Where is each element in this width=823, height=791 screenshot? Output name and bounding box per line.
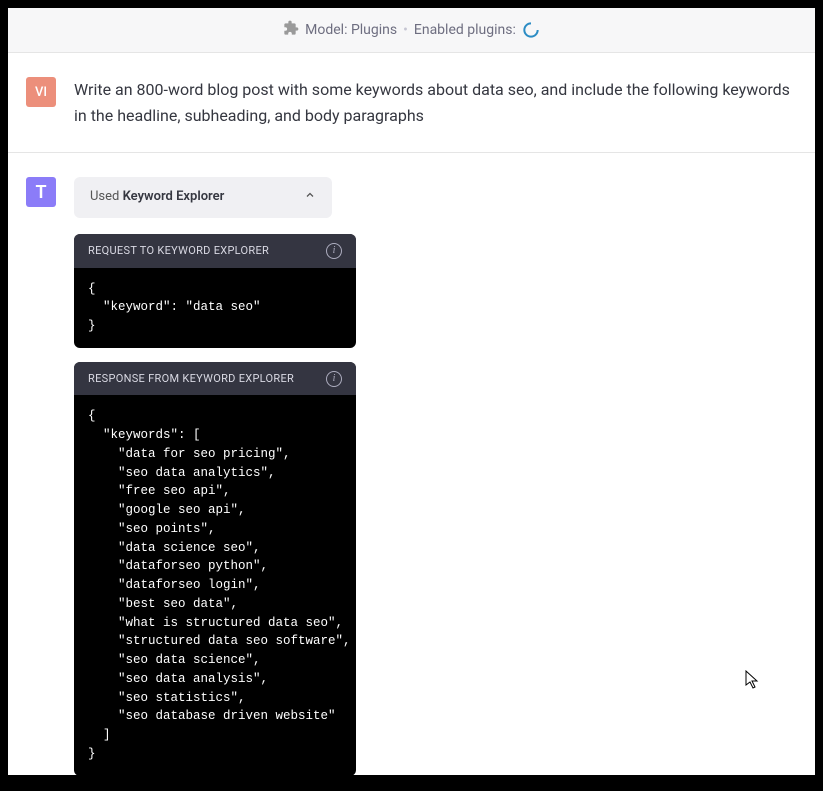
separator-dot: •: [403, 22, 408, 38]
response-code-block: RESPONSE FROM KEYWORD EXPLORER i { "keyw…: [74, 362, 356, 775]
user-message-row: VI Write an 800-word blog post with some…: [8, 53, 815, 153]
assistant-avatar: T: [26, 177, 56, 207]
assistant-message-row: T Used Keyword Explorer REQUEST TO KEYWO…: [8, 153, 815, 775]
tool-toggle-label: Used Keyword Explorer: [90, 187, 224, 208]
info-icon[interactable]: i: [326, 243, 342, 259]
user-avatar: VI: [26, 77, 56, 107]
request-code-block: REQUEST TO KEYWORD EXPLORER i { "keyword…: [74, 234, 356, 348]
enabled-plugins-label: Enabled plugins:: [414, 22, 516, 38]
user-message-text: Write an 800-word blog post with some ke…: [74, 77, 797, 128]
assistant-message-content: Used Keyword Explorer REQUEST TO KEYWORD…: [74, 177, 797, 775]
tool-usage-toggle[interactable]: Used Keyword Explorer: [74, 177, 332, 218]
response-header: RESPONSE FROM KEYWORD EXPLORER i: [74, 362, 356, 396]
request-code: { "keyword": "data seo" }: [74, 268, 356, 348]
puzzle-icon: [283, 20, 299, 40]
response-code: { "keywords": [ "data for seo pricing", …: [74, 395, 356, 775]
assistant-avatar-initials: T: [35, 182, 46, 203]
plugin-badge-icon[interactable]: [522, 21, 540, 39]
info-icon[interactable]: i: [326, 371, 342, 387]
request-header: REQUEST TO KEYWORD EXPLORER i: [74, 234, 356, 268]
model-header: Model: Plugins • Enabled plugins:: [8, 8, 815, 53]
model-label: Model: Plugins: [305, 22, 397, 38]
chevron-up-icon: [304, 188, 316, 207]
response-title: RESPONSE FROM KEYWORD EXPLORER: [88, 370, 294, 388]
request-title: REQUEST TO KEYWORD EXPLORER: [88, 242, 269, 260]
user-avatar-initials: VI: [35, 85, 47, 100]
